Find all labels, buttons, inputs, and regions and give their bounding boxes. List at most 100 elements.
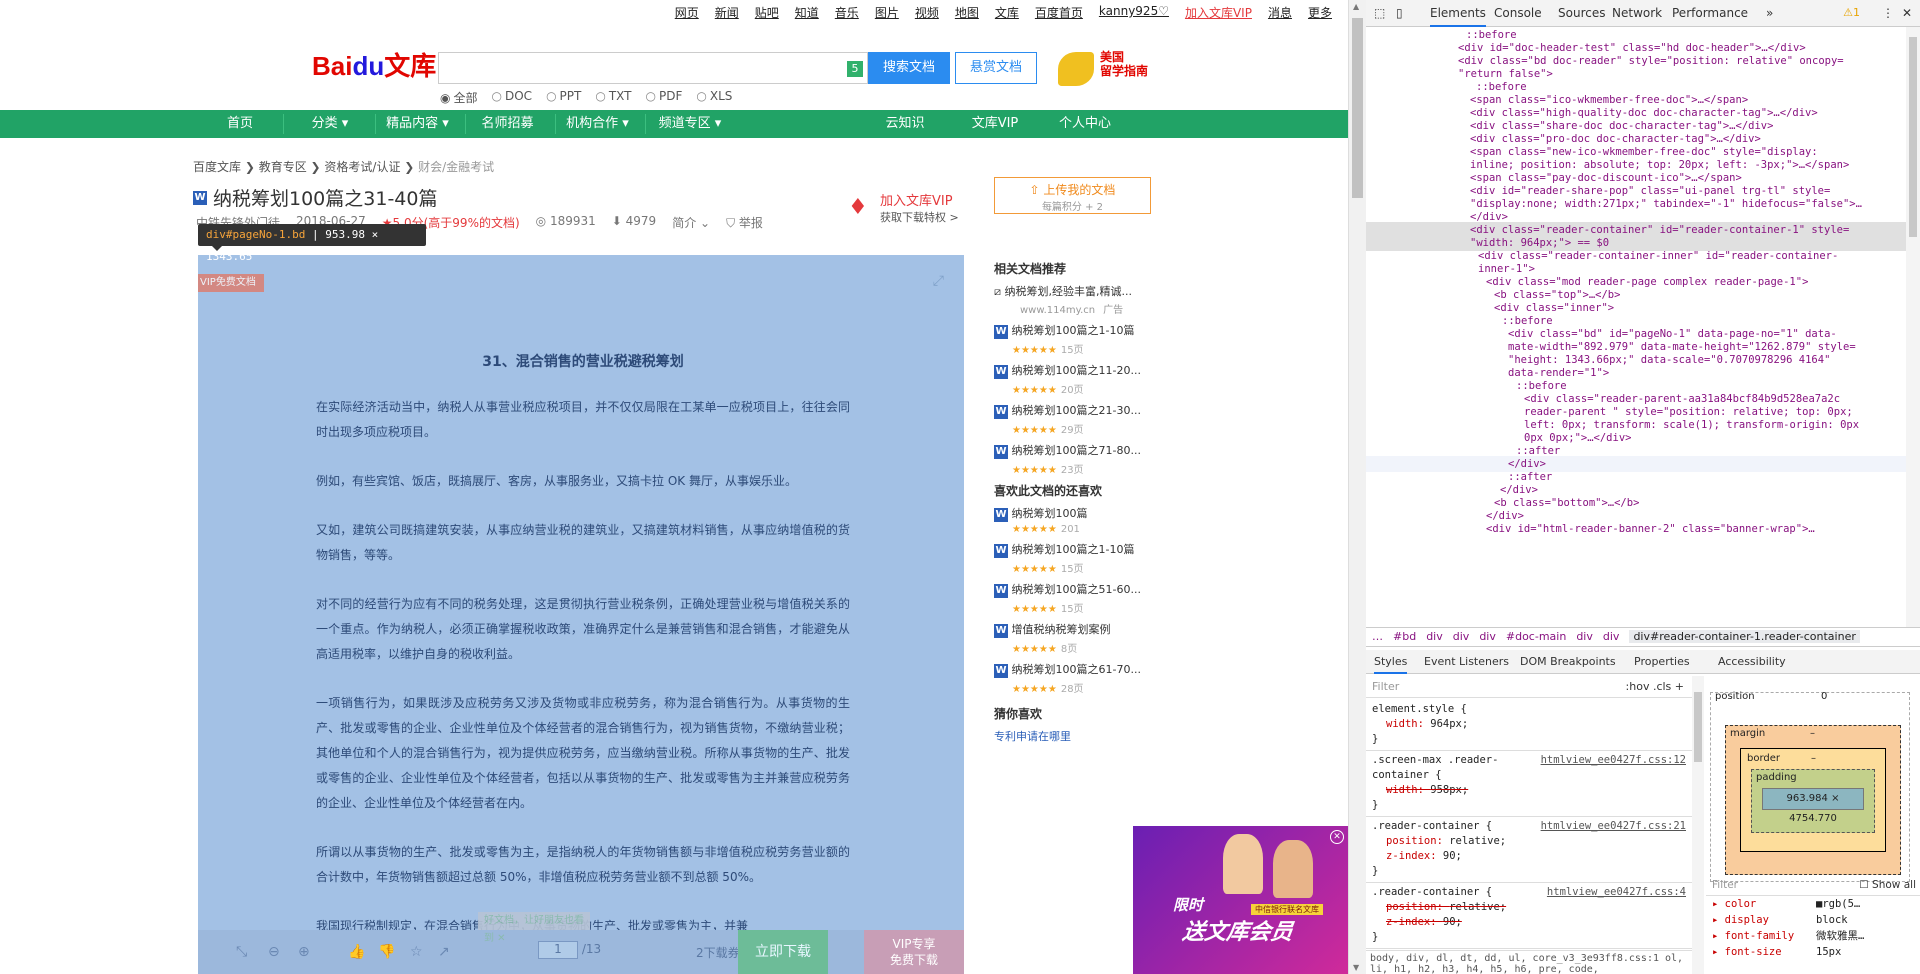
shrink-icon[interactable]: ⤡ — [236, 944, 247, 960]
tab-performance[interactable]: Performance — [1672, 0, 1748, 27]
related-doc-title[interactable]: 纳税筹划100篇之1-10篇 — [1012, 324, 1135, 337]
elements-scrollbar[interactable] — [1906, 27, 1920, 627]
css-rule[interactable]: htmlview_ee0427f.css:12 .screen-max .read… — [1366, 751, 1692, 817]
top-link[interactable]: 更多 — [1300, 4, 1340, 21]
top-link[interactable]: kanny925♡ — [1091, 4, 1177, 21]
related-doc-title[interactable]: 纳税筹划100篇之1-10篇 — [1012, 543, 1135, 556]
download-button[interactable]: 立即下载 — [738, 930, 828, 974]
related-doc[interactable]: W 纳税筹划100篇之1-10篇 — [994, 322, 1154, 339]
baidu-wenku-logo[interactable]: Baidu文库 — [312, 46, 436, 83]
page-scrollbar[interactable]: ▲ ▼ — [1348, 0, 1366, 974]
warning-count[interactable]: ⚠1 — [1843, 6, 1860, 19]
nav-item[interactable]: 名师招募 — [470, 110, 545, 138]
more-options-icon[interactable]: ⋮ — [1882, 0, 1894, 27]
related-doc[interactable]: W 纳税筹划100篇之11-20... — [994, 362, 1154, 379]
dom-line[interactable]: <div id="html-reader-banner-2" class="ba… — [1366, 521, 1906, 537]
scroll-thumb[interactable] — [1352, 18, 1363, 198]
vip-download-button[interactable]: VIP专享 免费下载 — [864, 930, 964, 974]
css-property[interactable]: width: 958px; — [1372, 783, 1686, 798]
share-icon[interactable]: ↗ — [438, 944, 450, 960]
tab-console[interactable]: Console — [1494, 0, 1542, 27]
intro-toggle[interactable]: 简介 ⌄ — [672, 214, 710, 231]
nav-item[interactable]: 精品内容 ▾ — [380, 110, 455, 138]
breadcrumb-item[interactable]: 资格考试/认证 — [324, 160, 400, 174]
promo-banner[interactable]: 中信银行联名文库 限时 送文库会员 ✕ — [1133, 826, 1348, 974]
top-link[interactable]: 网页 — [667, 4, 707, 21]
nav-item[interactable]: 云知识 — [870, 110, 940, 138]
box-padding[interactable]: padding 963.984 × 4754.770 — [1751, 769, 1875, 833]
study-abroad-ad[interactable]: 美国 留学指南 — [1052, 50, 1152, 90]
search-doc-button[interactable]: 搜索文档 — [868, 52, 950, 84]
css-rule[interactable]: element.style {width: 964px;} — [1366, 700, 1692, 751]
related-doc[interactable]: W 纳税筹划100篇之51-60... — [994, 581, 1154, 598]
breadcrumb-last[interactable]: 财会/金融考试 — [418, 160, 494, 174]
related-doc-title[interactable]: 纳税筹划100篇之51-60... — [1012, 583, 1141, 596]
related-doc-title[interactable]: 纳税筹划100篇之61-70... — [1012, 663, 1141, 676]
tab-sources[interactable]: Sources — [1558, 0, 1605, 27]
breadcrumb-item[interactable]: 教育专区 — [259, 160, 307, 174]
css-source-link[interactable]: htmlview_ee0427f.css:21 — [1541, 819, 1686, 834]
related-doc-title[interactable]: 增值税纳税筹划案例 — [1012, 623, 1111, 636]
tab-network[interactable]: Network — [1612, 0, 1662, 27]
upload-doc-button[interactable]: ⇧ 上传我的文档 每篇积分 + 2 — [994, 177, 1151, 214]
related-doc-title[interactable]: 纳税筹划100篇之21-30... — [1012, 404, 1141, 417]
radio-0[interactable]: 全部 — [440, 89, 477, 106]
dislike-icon[interactable]: 👎 — [378, 944, 395, 960]
breadcrumb-node[interactable]: div — [1453, 630, 1470, 643]
styles-filter[interactable]: Filter:hov .cls + — [1366, 676, 1692, 698]
radio-2[interactable]: PPT — [546, 89, 582, 106]
breadcrumb-node[interactable]: div — [1603, 630, 1620, 643]
nav-item[interactable]: 首页 — [210, 110, 270, 138]
related-doc[interactable]: W 纳税筹划100篇之61-70... — [994, 661, 1154, 678]
guess-link[interactable]: 专利申请在哪里 — [994, 728, 1154, 744]
top-link[interactable]: 百度首页 — [1027, 4, 1091, 21]
report-link[interactable]: ⛉ 举报 — [726, 214, 763, 231]
subtab[interactable]: Properties — [1634, 650, 1690, 674]
breadcrumb-current[interactable]: div#reader-container-1.reader-container — [1629, 630, 1860, 643]
related-doc[interactable]: W 纳税筹划100篇之1-10篇 — [994, 541, 1154, 558]
top-link[interactable]: 图片 — [867, 4, 907, 21]
reward-doc-button[interactable]: 悬赏文档 — [955, 52, 1037, 84]
css-property[interactable]: width: 964px; — [1372, 717, 1686, 732]
related-doc[interactable]: W 增值税纳税筹划案例 — [994, 621, 1154, 638]
top-link[interactable]: 贴吧 — [747, 4, 787, 21]
device-toolbar-icon[interactable]: ▯ — [1396, 0, 1403, 27]
nav-item[interactable]: 个人中心 — [1040, 110, 1130, 138]
breadcrumb-node[interactable]: #doc-main — [1506, 630, 1566, 643]
join-vip-link[interactable]: ♦ 加入文库VIP 获取下载特权 > — [848, 194, 959, 226]
top-link[interactable]: 新闻 — [707, 4, 747, 21]
related-doc-title[interactable]: 纳税筹划100篇 — [1012, 507, 1088, 520]
like-icon[interactable]: 👍 — [348, 944, 365, 960]
more-tabs-icon[interactable]: » — [1766, 0, 1773, 27]
nav-item[interactable]: 分类 ▾ — [295, 110, 365, 138]
star-icon[interactable]: ☆ — [410, 944, 423, 960]
css-rule[interactable]: htmlview_ee0427f.css:21 .reader-container… — [1366, 817, 1692, 883]
related-doc-title[interactable]: 纳税筹划100篇之11-20... — [1012, 364, 1141, 377]
top-link[interactable]: 地图 — [947, 4, 987, 21]
styles-scrollbar[interactable] — [1692, 676, 1704, 974]
subtab[interactable]: Styles — [1374, 650, 1408, 674]
subtab[interactable]: DOM Breakpoints — [1520, 650, 1616, 674]
elements-tree[interactable]: ::before <div id="doc-header-test" class=… — [1366, 27, 1906, 627]
subtab[interactable]: Event Listeners — [1424, 650, 1509, 674]
css-source-link[interactable]: htmlview_ee0427f.css:12 — [1541, 753, 1686, 768]
related-doc[interactable]: W 纳税筹划100篇之21-30... — [994, 402, 1154, 419]
related-doc[interactable]: W 纳税筹划100篇 — [994, 505, 1154, 522]
computed-filter[interactable]: Filter ☐ Show all — [1706, 876, 1920, 896]
doc-reader[interactable]: VIP免费文档 ⤢ 31、混合销售的营业税避税筹划 在实际经济活动当中，纳税人从… — [198, 255, 964, 974]
nav-item[interactable]: 频道专区 ▾ — [650, 110, 730, 138]
radio-5[interactable]: XLS — [696, 89, 733, 106]
radio-1[interactable]: DOC — [492, 89, 532, 106]
breadcrumb-node[interactable]: … — [1372, 630, 1383, 643]
top-link[interactable]: 知道 — [787, 4, 827, 21]
breadcrumb-node[interactable]: div — [1479, 630, 1496, 643]
related-doc-title[interactable]: 纳税筹划100篇之71-80... — [1012, 444, 1141, 457]
top-link[interactable]: 消息 — [1260, 4, 1300, 21]
breadcrumb-node[interactable]: #bd — [1393, 630, 1416, 643]
ad-item[interactable]: ⧄ 纳税筹划,经验丰富,精诚... — [994, 283, 1154, 299]
fullscreen-icon[interactable]: ⤢ — [933, 273, 944, 289]
close-icon[interactable]: ✕ — [1902, 0, 1912, 27]
nav-item[interactable]: 机构合作 ▾ — [560, 110, 635, 138]
css-property[interactable]: position: relative; — [1372, 834, 1686, 849]
zoom-in-icon[interactable]: ⊕ — [298, 944, 310, 960]
